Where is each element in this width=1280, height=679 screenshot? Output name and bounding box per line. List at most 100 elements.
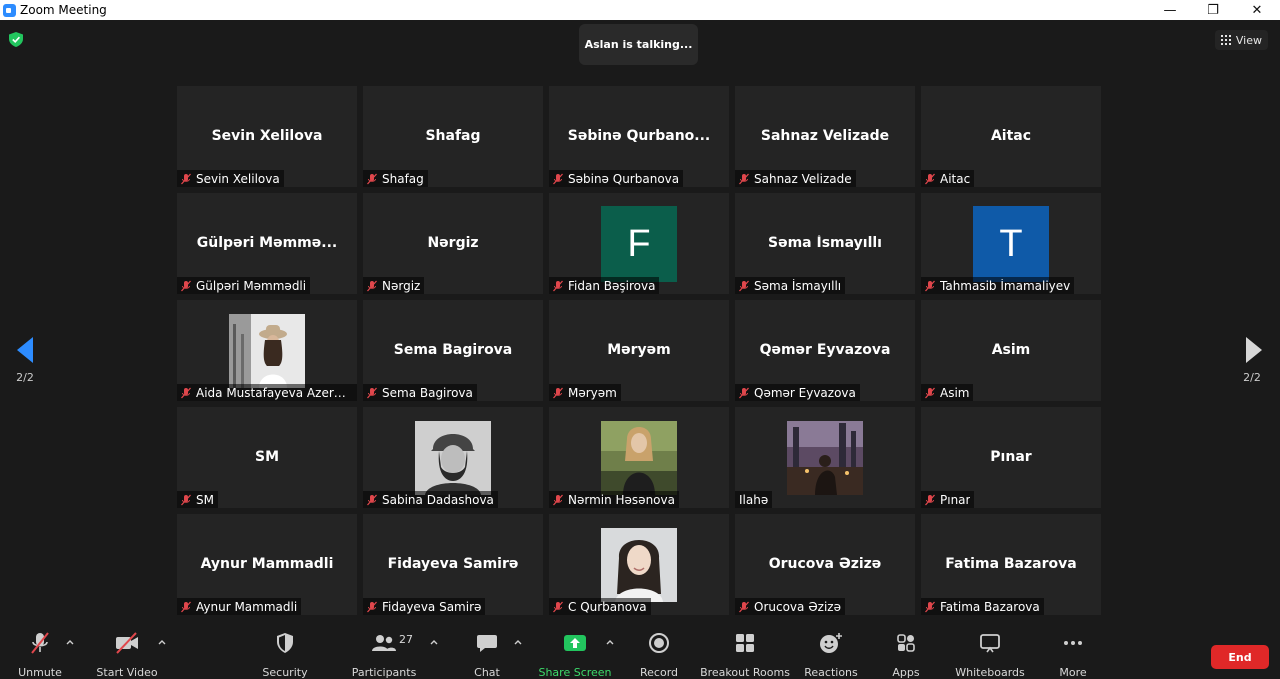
participant-name-label: Qəmər Eyvazova: [735, 384, 860, 401]
minimize-button[interactable]: —: [1150, 0, 1190, 20]
participant-name: SM: [196, 492, 214, 507]
participant-name: Sahnaz Velizade: [754, 171, 852, 186]
participant-name-label: Səma İsmayıllı: [735, 277, 846, 294]
participant-tile[interactable]: Səma İsmayıllı Səma İsmayıllı: [735, 193, 915, 294]
window-titlebar: Zoom Meeting — ❐ ✕: [0, 0, 1280, 20]
chevron-up-icon[interactable]: [605, 637, 615, 647]
share-screen-button[interactable]: Share Screen: [538, 631, 612, 679]
participant-tile[interactable]: Sabina Dadashova: [363, 407, 543, 508]
participant-tile[interactable]: Sevin Xelilova Sevin Xelilova: [177, 86, 357, 187]
participant-name: Fatima Bazarova: [940, 599, 1040, 614]
participant-tile[interactable]: Aynur Mammadli Aynur Mammadli: [177, 514, 357, 615]
participant-display-name: Səma İsmayıllı: [768, 235, 882, 251]
close-button[interactable]: ✕: [1237, 0, 1277, 20]
participant-display-name: Məryəm: [607, 342, 671, 358]
chevron-up-icon[interactable]: [65, 637, 75, 647]
participant-tile[interactable]: Shafag Shafag: [363, 86, 543, 187]
arrow-left-icon[interactable]: [17, 337, 33, 363]
participant-tile[interactable]: C Qurbanova: [549, 514, 729, 615]
apps-button[interactable]: Apps: [891, 631, 921, 679]
more-button[interactable]: More: [1058, 631, 1088, 679]
mic-muted-icon: [553, 601, 563, 612]
participant-name: Aida Mustafayeva Azerbay...: [196, 385, 353, 400]
chat-button[interactable]: Chat: [472, 631, 502, 679]
participant-name-label: Gülpəri Məmmədli: [177, 277, 311, 294]
view-button[interactable]: View: [1214, 30, 1268, 50]
participant-avatar: F: [601, 206, 677, 282]
participant-name: Qəmər Eyvazova: [754, 385, 856, 400]
start-video-button[interactable]: Start Video: [96, 631, 158, 679]
page-indicator-left: 2/2: [16, 371, 34, 384]
security-label: Security: [262, 666, 308, 679]
chevron-up-icon[interactable]: [513, 637, 523, 647]
chevron-up-icon[interactable]: [157, 637, 167, 647]
share-screen-label: Share Screen: [538, 666, 612, 679]
participants-label: Participants: [351, 666, 417, 679]
participant-display-name: Sahnaz Velizade: [760, 128, 890, 144]
participant-name-label: Sahnaz Velizade: [735, 170, 856, 187]
meeting-toolbar: Unmute Start Video Security Participants…: [0, 625, 1280, 679]
active-speaker-banner: Aslan is talking...: [579, 24, 698, 65]
breakout-rooms-button[interactable]: Breakout Rooms: [700, 631, 790, 679]
end-meeting-button[interactable]: End: [1211, 645, 1269, 669]
participant-name-label: Səbinə Qurbanova: [549, 170, 684, 187]
participant-display-name: Sevin Xelilova: [211, 128, 323, 144]
participant-tile[interactable]: Sema Bagirova Sema Bagirova: [363, 300, 543, 401]
participant-name: Məryəm: [568, 385, 617, 400]
unmute-button[interactable]: Unmute: [16, 631, 64, 679]
participant-name-label: Shafag: [363, 170, 428, 187]
mic-muted-icon: [925, 387, 935, 398]
participant-photo: [229, 314, 305, 388]
share-screen-icon: [564, 635, 586, 651]
gallery-grid: Sevin Xelilova Sevin Xelilova Shafag Shafag…: [177, 86, 1101, 615]
reactions-button[interactable]: Reactions: [804, 631, 858, 679]
unmute-label: Unmute: [18, 666, 62, 679]
participant-tile[interactable]: Fatima Bazarova Fatima Bazarova: [921, 514, 1101, 615]
participant-tile[interactable]: Orucova Əzizə Orucova Əzizə: [735, 514, 915, 615]
reactions-label: Reactions: [804, 666, 858, 679]
security-button[interactable]: Security: [262, 631, 308, 679]
participant-tile[interactable]: Pınar Pınar: [921, 407, 1101, 508]
participant-tile[interactable]: Fidayeva Samirə Fidayeva Samirə: [363, 514, 543, 615]
participant-name: Shafag: [382, 171, 424, 186]
participant-tile[interactable]: Səbinə Qurbano... Səbinə Qurbanova: [549, 86, 729, 187]
participant-tile[interactable]: SM SM: [177, 407, 357, 508]
arrow-right-icon[interactable]: [1246, 337, 1262, 363]
participant-name: Pınar: [940, 492, 971, 507]
mic-muted-icon: [367, 387, 377, 398]
participant-tile[interactable]: Aida Mustafayeva Azerbay...: [177, 300, 357, 401]
mic-muted-icon: [181, 280, 191, 291]
whiteboards-button[interactable]: Whiteboards: [955, 631, 1025, 679]
mic-muted-icon: [739, 280, 749, 291]
participant-tile[interactable]: Ilahə: [735, 407, 915, 508]
mic-muted-icon: [367, 494, 377, 505]
whiteboard-icon: [980, 634, 1000, 653]
participant-tile[interactable]: Aitac Aitac: [921, 86, 1101, 187]
apps-label: Apps: [892, 666, 920, 679]
participants-count: 27: [399, 633, 413, 646]
mic-muted-icon: [739, 173, 749, 184]
prev-page-nav[interactable]: 2/2: [5, 337, 45, 384]
participant-name: Fidan Bəşirova: [568, 278, 656, 293]
participant-tile[interactable]: Sahnaz Velizade Sahnaz Velizade: [735, 86, 915, 187]
record-button[interactable]: Record: [640, 631, 678, 679]
encryption-shield-icon[interactable]: [9, 32, 23, 47]
participant-display-name: Pınar: [990, 449, 1032, 465]
participant-tile[interactable]: Qəmər Eyvazova Qəmər Eyvazova: [735, 300, 915, 401]
next-page-nav[interactable]: 2/2: [1232, 337, 1272, 384]
maximize-button[interactable]: ❐: [1193, 0, 1233, 20]
participant-tile[interactable]: T Tahmasib İmamaliyev: [921, 193, 1101, 294]
chevron-up-icon[interactable]: [429, 637, 439, 647]
participant-tile[interactable]: Məryəm Məryəm: [549, 300, 729, 401]
participant-tile[interactable]: Nərmin Həsənova: [549, 407, 729, 508]
participant-tile[interactable]: Gülpəri Məmmə... Gülpəri Məmmədli: [177, 193, 357, 294]
mic-muted-icon: [925, 601, 935, 612]
participant-tile[interactable]: Nərgiz Nərgiz: [363, 193, 543, 294]
participant-name: Səma İsmayıllı: [754, 278, 842, 293]
security-shield-icon: [277, 633, 293, 653]
participant-tile[interactable]: F Fidan Bəşirova: [549, 193, 729, 294]
participant-tile[interactable]: Asim Asim: [921, 300, 1101, 401]
mic-muted-icon: [553, 280, 563, 291]
participant-name: Aitac: [940, 171, 971, 186]
participant-display-name: SM: [254, 449, 279, 465]
